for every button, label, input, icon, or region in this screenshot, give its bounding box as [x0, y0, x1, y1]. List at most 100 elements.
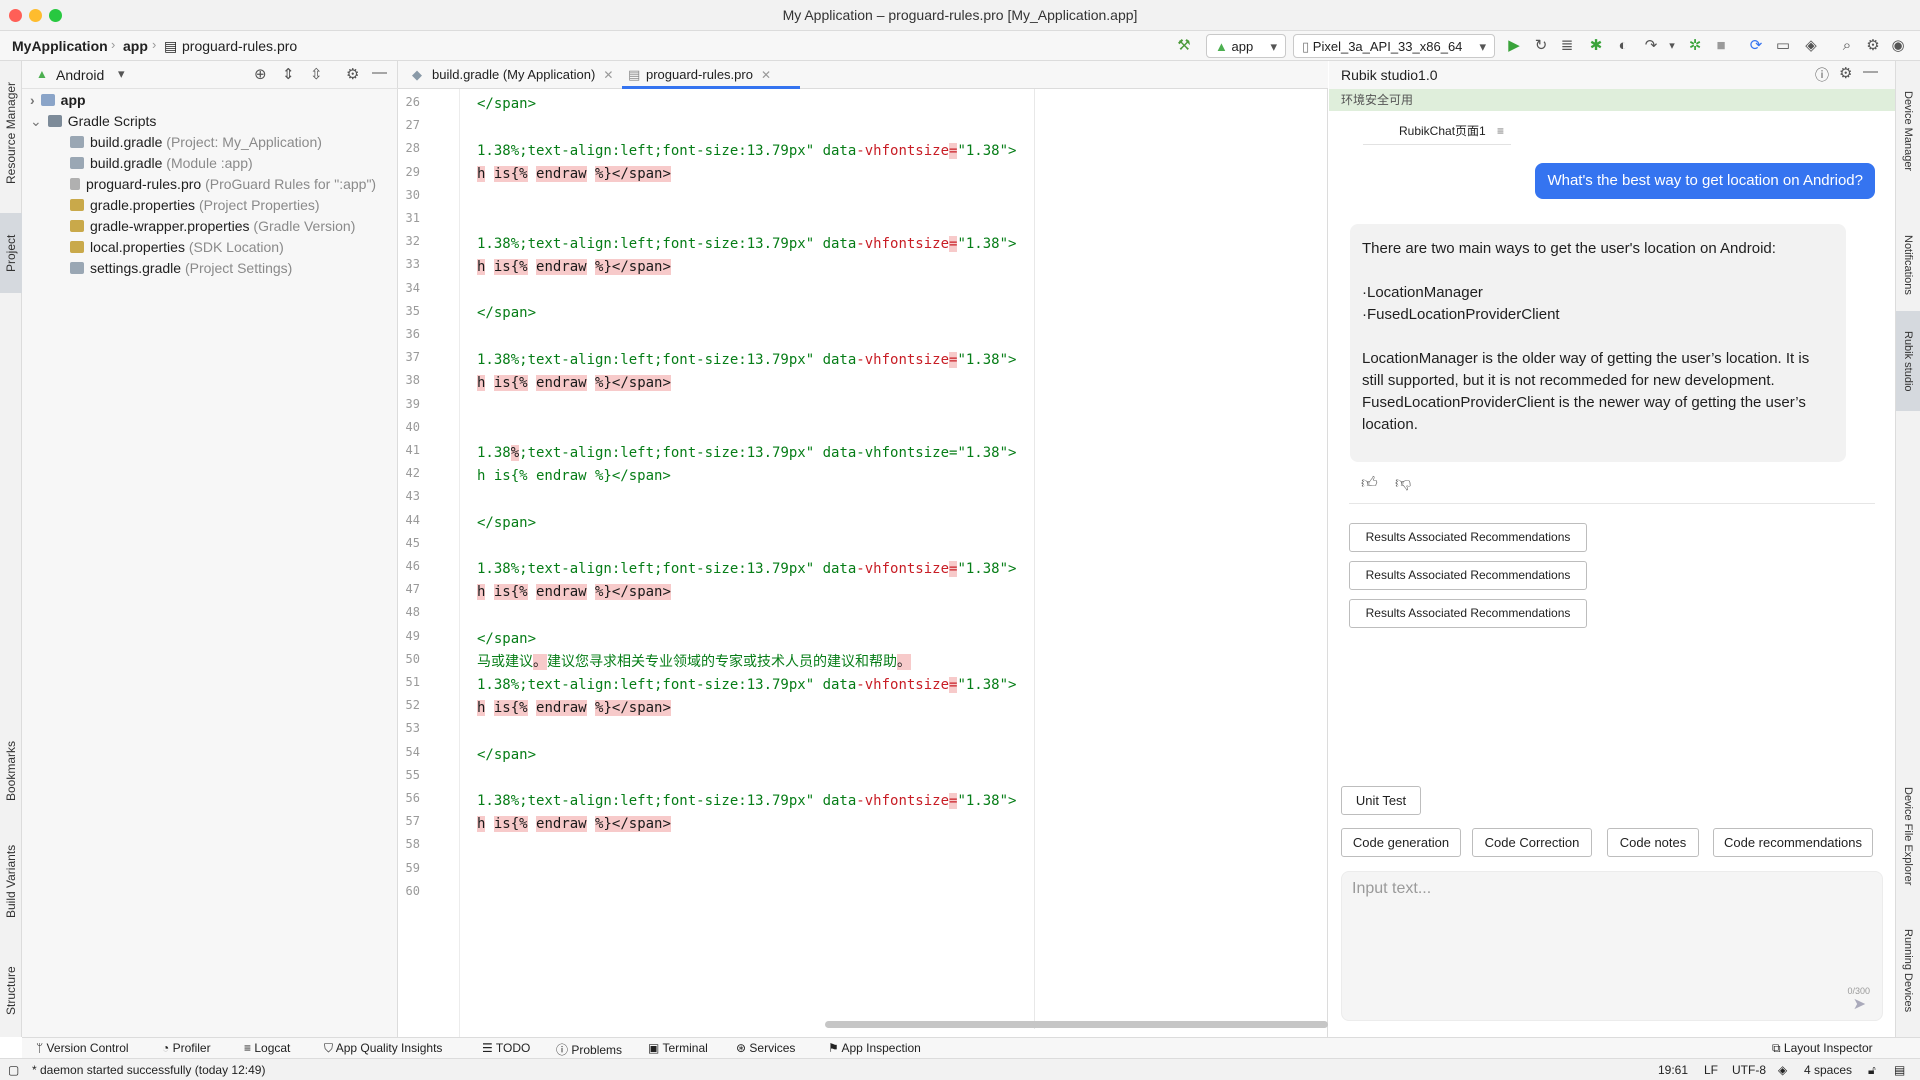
chat-input[interactable]: Input text... 0/300 ➤ — [1341, 871, 1883, 1021]
caret-position[interactable]: 19:61 — [1658, 1063, 1688, 1077]
tab-notifications[interactable]: Notifications — [1896, 209, 1920, 321]
recommendation-button[interactable]: Results Associated Recommendations — [1349, 523, 1587, 552]
code-line: h is{% endraw %}</span> — [477, 584, 671, 600]
thumbs-down-icon[interactable]: 👎︎ — [1395, 474, 1411, 493]
tool-layout-inspector[interactable]: ⧉ Layout Inspector — [1772, 1041, 1873, 1056]
stop-icon[interactable]: ■ — [1710, 35, 1732, 57]
horizontal-scrollbar[interactable] — [825, 1021, 1328, 1028]
menu-icon[interactable]: ≡ — [1497, 124, 1504, 138]
recommendation-button[interactable]: Results Associated Recommendations — [1349, 599, 1587, 628]
hide-panel-icon[interactable]: — — [1863, 63, 1878, 80]
chevron-down-icon[interactable]: ▾ — [118, 66, 125, 82]
code-area[interactable]: </span> 1.38%;text-align:left;font-size:… — [461, 89, 1328, 1037]
sdk-manager-icon[interactable]: ◈ — [1800, 35, 1822, 57]
debug-icon[interactable]: ✱ — [1585, 35, 1607, 57]
tab-device-manager[interactable]: Device Manager — [1896, 71, 1920, 191]
account-icon[interactable]: ◉ — [1887, 35, 1909, 57]
breadcrumb-file[interactable]: proguard-rules.pro — [182, 38, 297, 54]
hammer-build-icon[interactable]: ⚒ — [1173, 35, 1195, 57]
tab-proguard-rules[interactable]: ▤ proguard-rules.pro ✕ — [622, 61, 800, 89]
device-manager-icon[interactable]: ▭ — [1772, 35, 1794, 57]
properties-icon — [70, 199, 84, 211]
tool-todo[interactable]: ☰ TODO — [482, 1041, 530, 1055]
tab-resource-manager[interactable]: Resource Manager — [0, 69, 22, 197]
send-icon[interactable]: ➤ — [1853, 994, 1866, 1014]
tool-logcat[interactable]: ≡ Logcat — [244, 1041, 290, 1055]
device-select[interactable]: ▯ Pixel_3a_API_33_x86_64 ▾ — [1293, 34, 1495, 58]
profile-icon[interactable]: ◐ — [1612, 35, 1634, 57]
tool-app-inspection[interactable]: ⚑ App Inspection — [828, 1041, 921, 1055]
tab-bookmarks[interactable]: Bookmarks — [0, 731, 22, 811]
tab-build-variants[interactable]: Build Variants — [0, 831, 22, 931]
tree-item-local-properties[interactable]: local.properties (SDK Location) — [70, 237, 284, 258]
notifications-icon[interactable]: ▤ — [1894, 1063, 1905, 1077]
tool-services[interactable]: ⊛ Services — [736, 1041, 795, 1055]
tool-terminal[interactable]: ▣ Terminal — [648, 1041, 708, 1055]
tree-item-app[interactable]: › app — [30, 90, 86, 111]
hide-panel-icon[interactable]: — — [372, 64, 387, 81]
tree-item-gradle-scripts[interactable]: ⌄ Gradle Scripts — [30, 111, 156, 132]
chat-tab[interactable]: RubikChat页面1 ≡ — [1363, 119, 1511, 145]
attach-debugger-icon[interactable]: ↷ — [1640, 35, 1662, 57]
file-encoding[interactable]: UTF-8 — [1732, 1063, 1766, 1077]
tree-item-proguard-rules[interactable]: proguard-rules.pro (ProGuard Rules for "… — [70, 174, 376, 195]
run-icon[interactable]: ▶ — [1503, 35, 1525, 57]
plugin-status-icon[interactable]: ◈ — [1778, 1063, 1787, 1077]
help-icon[interactable]: ⓘ — [1815, 65, 1829, 85]
chevron-right-icon[interactable]: › — [30, 92, 35, 108]
tree-item-settings-gradle[interactable]: settings.gradle (Project Settings) — [70, 258, 292, 279]
tree-item-gradle-properties[interactable]: gradle.properties (Project Properties) — [70, 195, 320, 216]
rubik-panel-title: Rubik studio1.0 — [1341, 67, 1438, 83]
bug-icon[interactable]: ✲ — [1684, 35, 1706, 57]
run-config-select[interactable]: ▲ app ▾ — [1206, 34, 1286, 58]
tab-structure[interactable]: Structure — [0, 951, 22, 1031]
tab-device-file-explorer[interactable]: Device File Explorer — [1896, 761, 1920, 911]
sync-gradle-icon[interactable]: ⟳ — [1745, 35, 1767, 57]
locate-file-icon[interactable]: ⊕ — [254, 65, 267, 83]
gear-icon[interactable]: ⚙ — [1862, 35, 1884, 57]
tab-project[interactable]: Project — [0, 213, 22, 293]
line-separator[interactable]: LF — [1704, 1063, 1718, 1077]
code-correction-button[interactable]: Code Correction — [1472, 828, 1592, 857]
close-tab-icon[interactable]: ✕ — [603, 68, 613, 82]
line-number: 57 — [405, 814, 420, 829]
tree-item-gradle-wrapper-properties[interactable]: gradle-wrapper.properties (Gradle Versio… — [70, 216, 355, 237]
code-recommendations-button[interactable]: Code recommendations — [1713, 828, 1873, 857]
expand-all-icon[interactable]: ⇕ — [282, 65, 295, 83]
code-notes-button[interactable]: Code notes — [1607, 828, 1699, 857]
panel-toggle-icon[interactable]: ▢ — [8, 1063, 19, 1077]
indent-setting[interactable]: 4 spaces — [1804, 1063, 1852, 1077]
tool-version-control[interactable]: ᛘ Version Control — [36, 1041, 129, 1055]
chevron-down-icon[interactable]: ▾ — [1661, 35, 1683, 57]
close-tab-icon[interactable]: ✕ — [761, 68, 771, 82]
collapse-all-icon[interactable]: ⇳ — [310, 65, 323, 83]
gear-icon[interactable]: ⚙ — [1839, 64, 1852, 82]
layout-inspector-icon: ⧉ — [1772, 1041, 1781, 1055]
tab-running-devices[interactable]: Running Devices — [1896, 916, 1920, 1026]
breadcrumb-project[interactable]: MyApplication — [12, 38, 108, 54]
tab-rubik-studio[interactable]: Rubik studio — [1896, 311, 1920, 411]
list-icon: ☰ — [482, 1041, 493, 1055]
gear-icon[interactable]: ⚙ — [346, 65, 359, 83]
breadcrumb-module[interactable]: app — [123, 38, 148, 54]
line-number: 48 — [405, 605, 420, 620]
tree-item-build-gradle-project[interactable]: build.gradle (Project: My_Application) — [70, 132, 322, 153]
lock-icon[interactable]: 🔓︎ — [1868, 1063, 1876, 1078]
thumbs-up-icon[interactable]: 👍︎ — [1361, 474, 1378, 493]
line-number: 46 — [405, 559, 420, 573]
chevron-down-icon[interactable]: ⌄ — [30, 113, 42, 129]
project-view-select[interactable]: Android — [56, 67, 104, 83]
recommendation-button[interactable]: Results Associated Recommendations — [1349, 561, 1587, 590]
tool-app-quality-insights[interactable]: ⛉ App Quality Insights — [324, 1041, 442, 1056]
branch-icon: ᛘ — [36, 1041, 44, 1055]
status-message[interactable]: * daemon started successfully (today 12:… — [32, 1063, 265, 1077]
search-icon[interactable]: ⌕ — [1836, 35, 1858, 57]
tool-profiler[interactable]: ◔ Profiler — [162, 1041, 211, 1055]
code-generation-button[interactable]: Code generation — [1341, 828, 1461, 857]
tool-problems[interactable]: ⓘ Problems — [556, 1041, 622, 1058]
apply-changes-icon[interactable]: ≣ — [1556, 35, 1578, 57]
tree-item-build-gradle-module[interactable]: build.gradle (Module :app) — [70, 153, 253, 174]
rerun-icon[interactable]: ↻ — [1530, 35, 1552, 57]
unit-test-button[interactable]: Unit Test — [1341, 786, 1421, 815]
tab-build-gradle[interactable]: ◆ build.gradle (My Application) ✕ — [408, 61, 620, 89]
